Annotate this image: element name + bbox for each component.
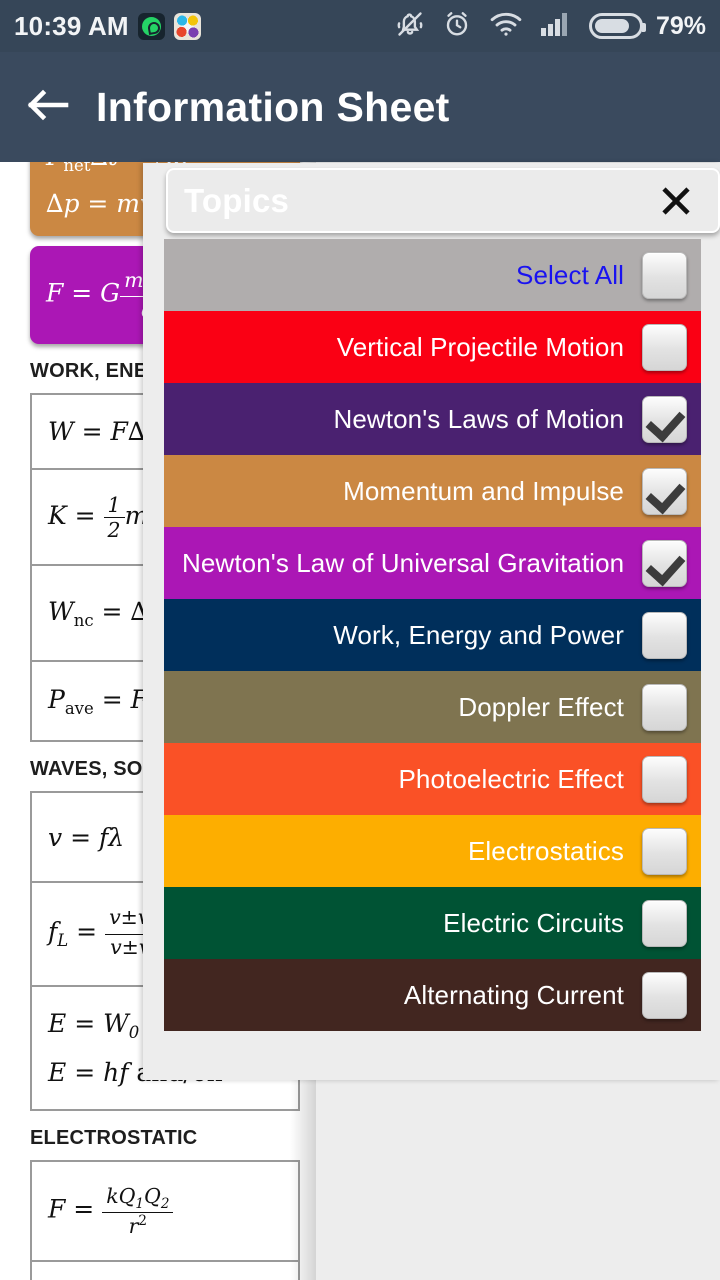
- topic-label: Momentum and Impulse: [343, 475, 624, 506]
- topic-row[interactable]: Newton's Law of Universal Gravitation: [164, 527, 701, 599]
- topics-list: Select All Vertical Projectile Motion Ne…: [164, 239, 701, 1031]
- topic-row[interactable]: Electrostatics: [164, 815, 701, 887]
- close-button[interactable]: [650, 175, 702, 227]
- topic-checkbox[interactable]: [642, 539, 688, 587]
- topic-checkbox[interactable]: [642, 323, 687, 371]
- status-bar-right: 79%: [395, 9, 706, 44]
- topic-label: Work, Energy and Power: [333, 619, 624, 650]
- close-icon: [662, 186, 690, 215]
- select-all-checkbox[interactable]: [642, 251, 687, 299]
- topics-dialog: Topics Select All Vertical Projectile Mo…: [143, 163, 720, 1080]
- dialog-header: Topics: [166, 168, 720, 233]
- topic-checkbox[interactable]: [642, 755, 687, 803]
- topic-label: Vertical Projectile Motion: [336, 331, 624, 362]
- status-bar-left: 10:39 AM: [14, 11, 201, 42]
- topic-row[interactable]: Work, Energy and Power: [164, 599, 701, 671]
- phone-screen: 10:39 AM 79% Information Sheet net ∆p = …: [0, 0, 720, 1280]
- topic-row[interactable]: Electric Circuits: [164, 887, 701, 959]
- topic-checkbox[interactable]: [642, 395, 687, 443]
- topic-checkbox[interactable]: [642, 611, 687, 659]
- topic-label: Alternating Current: [403, 979, 624, 1010]
- topic-checkbox[interactable]: [642, 467, 687, 515]
- signal-icon: [540, 11, 572, 42]
- battery-icon: [588, 13, 646, 39]
- topic-checkbox[interactable]: [642, 683, 687, 731]
- topic-label: Newton's Laws of Motion: [333, 403, 624, 434]
- topic-label: Electric Circuits: [443, 907, 624, 938]
- back-arrow-icon: [22, 85, 74, 130]
- topic-row[interactable]: Alternating Current: [164, 959, 701, 1031]
- topic-row[interactable]: Doppler Effect: [164, 671, 701, 743]
- status-bar-clock: 10:39 AM: [14, 10, 129, 41]
- mute-bell-icon: [395, 9, 425, 44]
- gallery-app-icon: [173, 12, 201, 40]
- topic-checkbox[interactable]: [642, 827, 687, 875]
- topic-label: Photoelectric Effect: [398, 763, 624, 794]
- topic-row[interactable]: Vertical Projectile Motion: [164, 311, 701, 383]
- topic-row[interactable]: Newton's Laws of Motion: [164, 383, 701, 455]
- topic-label: Newton's Law of Universal Gravitation: [182, 547, 625, 578]
- wifi-icon: [489, 10, 523, 43]
- topic-checkbox[interactable]: [642, 971, 687, 1019]
- back-button[interactable]: [0, 52, 96, 162]
- topic-row[interactable]: Momentum and Impulse: [164, 455, 701, 527]
- dialog-title: Topics: [184, 181, 290, 219]
- topic-label: Doppler Effect: [458, 691, 624, 722]
- status-bar: 10:39 AM 79%: [0, 0, 720, 52]
- topic-checkbox[interactable]: [642, 899, 687, 947]
- battery-percent-label: 79%: [655, 11, 706, 40]
- whatsapp-icon: [137, 12, 165, 40]
- select-all-row[interactable]: Select All: [164, 239, 701, 311]
- app-bar: Information Sheet: [0, 52, 720, 162]
- page-title: Information Sheet: [96, 83, 450, 130]
- topic-label: Electrostatics: [467, 835, 624, 866]
- topic-row[interactable]: Photoelectric Effect: [164, 743, 701, 815]
- alarm-icon: [442, 9, 472, 44]
- select-all-label: Select All: [516, 259, 624, 290]
